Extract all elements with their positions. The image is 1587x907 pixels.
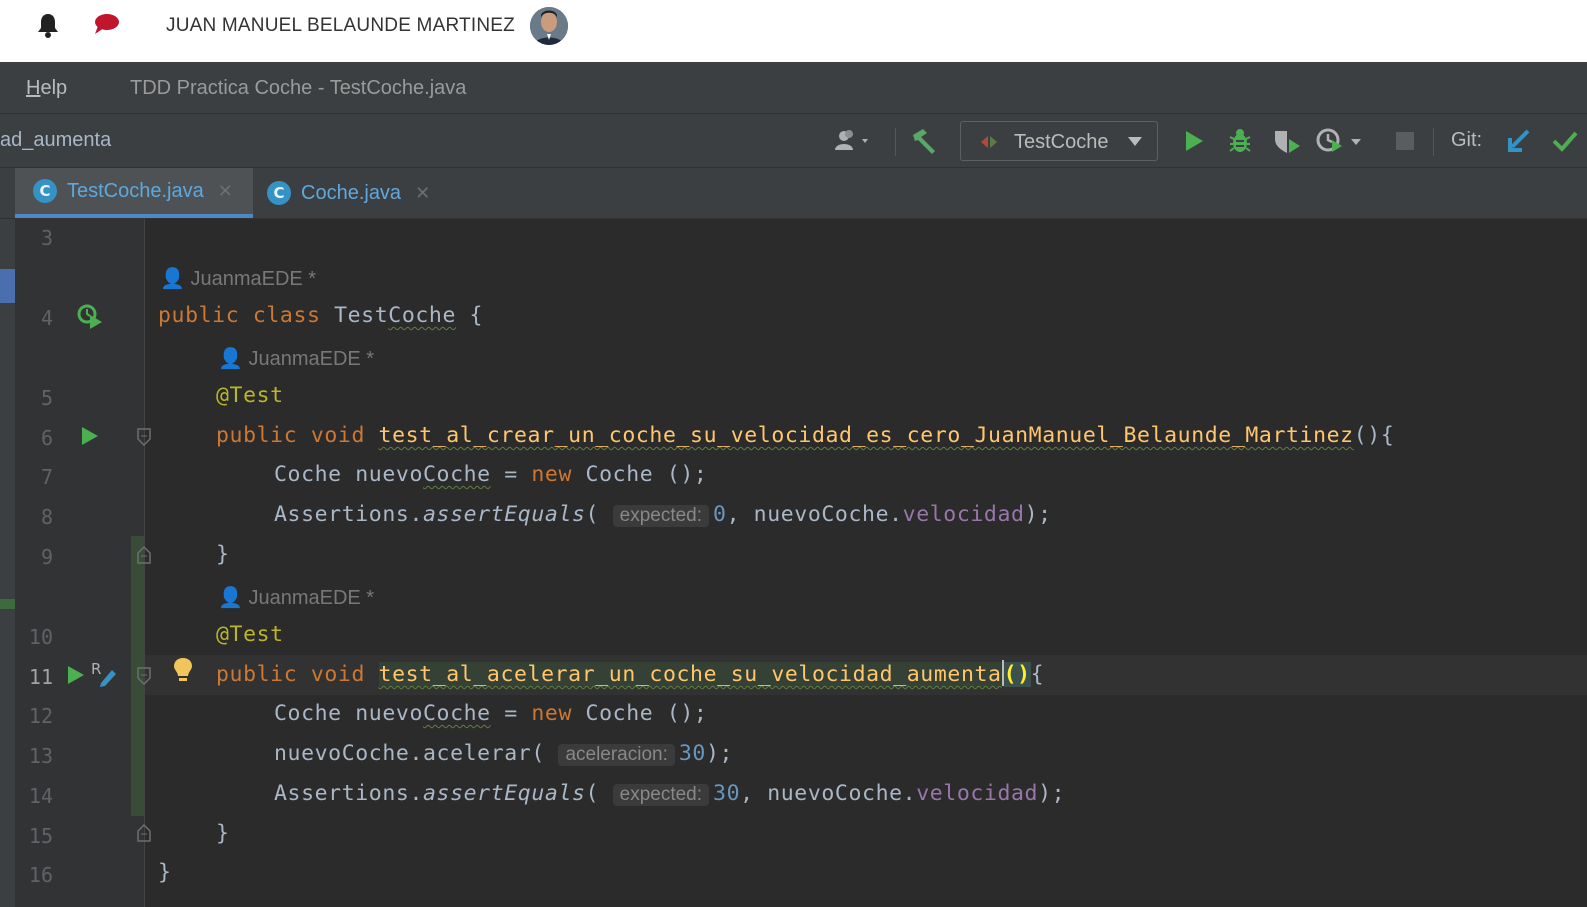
author-hint[interactable]: 👤 JuanmaEDE * bbox=[218, 585, 374, 610]
line-number: 12 bbox=[28, 704, 53, 728]
toolbar: ad_aumenta TestCoche Git: bbox=[0, 114, 1587, 168]
code-line-13[interactable]: nuevoCoche.acelerar( aceleracion: 30); bbox=[274, 741, 733, 766]
line-number: 13 bbox=[28, 744, 53, 768]
fold-marker-icon[interactable] bbox=[137, 824, 151, 842]
code-line-8[interactable]: Assertions.assertEquals( expected: 0, nue… bbox=[274, 502, 1052, 527]
toolbar-separator bbox=[895, 128, 896, 156]
user-name[interactable]: JUAN MANUEL BELAUNDE MARTINEZ bbox=[166, 15, 515, 37]
user-icon: 👤 bbox=[218, 587, 249, 609]
git-label: Git: bbox=[1451, 129, 1483, 151]
java-class-icon: C bbox=[267, 181, 291, 205]
code-line-14[interactable]: Assertions.assertEquals( expected: 30, nu… bbox=[274, 781, 1065, 806]
project-panel-edge bbox=[0, 219, 15, 907]
menu-help[interactable]: Help bbox=[26, 77, 67, 100]
run-test-icon[interactable] bbox=[66, 664, 86, 686]
git-commit-icon[interactable] bbox=[1550, 126, 1580, 156]
code-line-11[interactable]: public void test_al_acelerar_un_coche_su… bbox=[216, 660, 1044, 687]
line-number: 16 bbox=[28, 863, 53, 887]
user-icon: 👤 bbox=[160, 268, 191, 290]
build-hammer-icon[interactable] bbox=[908, 126, 940, 156]
code-line-10[interactable]: @Test bbox=[216, 622, 284, 647]
code-line-7[interactable]: Coche nuevoCoche = new Coche (); bbox=[274, 462, 707, 487]
author-hint[interactable]: 👤 JuanmaEDE * bbox=[160, 266, 316, 291]
code-line-16[interactable]: } bbox=[158, 860, 172, 885]
param-hint: expected: bbox=[612, 505, 710, 527]
user-menu-icon[interactable] bbox=[830, 126, 880, 156]
stop-icon[interactable] bbox=[1392, 126, 1418, 156]
git-update-icon[interactable] bbox=[1505, 126, 1533, 156]
code-line-9[interactable]: } bbox=[216, 542, 230, 567]
line-number: 15 bbox=[28, 824, 53, 848]
code-line-4[interactable]: public class TestCoche { bbox=[158, 303, 483, 328]
run-config-selector[interactable]: TestCoche bbox=[960, 121, 1158, 161]
bell-icon[interactable] bbox=[36, 12, 60, 38]
line-number: 7 bbox=[40, 465, 53, 489]
svg-text:R: R bbox=[91, 660, 101, 678]
param-hint: expected: bbox=[612, 784, 710, 806]
run-icon[interactable] bbox=[1180, 126, 1208, 156]
profiler-icon[interactable] bbox=[1315, 126, 1365, 156]
line-number: 8 bbox=[40, 505, 53, 529]
code-editor[interactable]: 3 4 5 6 7 8 9 10 11 12 13 14 15 16 R 👤 J… bbox=[0, 219, 1587, 907]
breadcrumb[interactable]: ad_aumenta bbox=[0, 129, 111, 152]
project-item-marker bbox=[0, 599, 15, 609]
refactor-edit-icon[interactable]: R bbox=[90, 659, 120, 689]
tab-coche-java[interactable]: C Coche.java ✕ bbox=[253, 168, 453, 218]
editor-tabs: C TestCoche.java ✕ C Coche.java ✕ bbox=[0, 168, 1587, 219]
line-number: 14 bbox=[28, 784, 53, 808]
coverage-icon[interactable] bbox=[1270, 126, 1304, 156]
window-title: TDD Practica Coche - TestCoche.java bbox=[130, 77, 467, 99]
java-class-icon: C bbox=[33, 179, 57, 203]
line-number: 4 bbox=[40, 306, 53, 330]
top-header: JUAN MANUEL BELAUNDE MARTINEZ bbox=[0, 0, 1587, 62]
tab-label: TestCoche.java bbox=[67, 179, 204, 202]
chevron-down-icon bbox=[1128, 137, 1142, 146]
tab-label: Coche.java bbox=[301, 181, 402, 204]
chat-icon[interactable] bbox=[92, 12, 120, 38]
fold-marker-icon[interactable] bbox=[137, 667, 151, 685]
param-hint: aceleracion: bbox=[558, 744, 675, 766]
author-hint[interactable]: 👤 JuanmaEDE * bbox=[218, 346, 374, 371]
line-number: 6 bbox=[40, 426, 53, 450]
lightbulb-icon[interactable] bbox=[172, 656, 194, 684]
line-number: 10 bbox=[28, 625, 53, 649]
user-icon: 👤 bbox=[218, 348, 249, 370]
line-number: 9 bbox=[40, 545, 53, 569]
close-icon[interactable]: ✕ bbox=[415, 183, 430, 204]
run-class-icon[interactable] bbox=[76, 303, 104, 331]
line-number-current: 11 bbox=[28, 665, 53, 689]
code-line-12[interactable]: Coche nuevoCoche = new Coche (); bbox=[274, 701, 707, 726]
avatar[interactable] bbox=[530, 7, 568, 45]
fold-marker-icon[interactable] bbox=[137, 546, 151, 564]
fold-marker-icon[interactable] bbox=[137, 428, 151, 446]
code-line-15[interactable]: } bbox=[216, 821, 230, 846]
tab-testcoche-java[interactable]: C TestCoche.java ✕ bbox=[15, 168, 253, 218]
run-config-icon bbox=[981, 136, 997, 148]
close-icon[interactable]: ✕ bbox=[218, 181, 233, 202]
run-test-icon[interactable] bbox=[80, 425, 100, 447]
selected-project-item bbox=[0, 269, 15, 303]
menu-bar: / Help TDD Practica Coche - TestCoche.ja… bbox=[0, 62, 1587, 114]
line-number: 3 bbox=[40, 226, 53, 250]
debug-icon[interactable] bbox=[1224, 126, 1256, 156]
line-number: 5 bbox=[40, 386, 53, 410]
code-line-5[interactable]: @Test bbox=[216, 383, 284, 408]
code-line-6[interactable]: public void test_al_crear_un_coche_su_ve… bbox=[216, 423, 1394, 448]
toolbar-separator bbox=[1433, 128, 1434, 156]
run-config-label: TestCoche bbox=[1014, 131, 1109, 153]
